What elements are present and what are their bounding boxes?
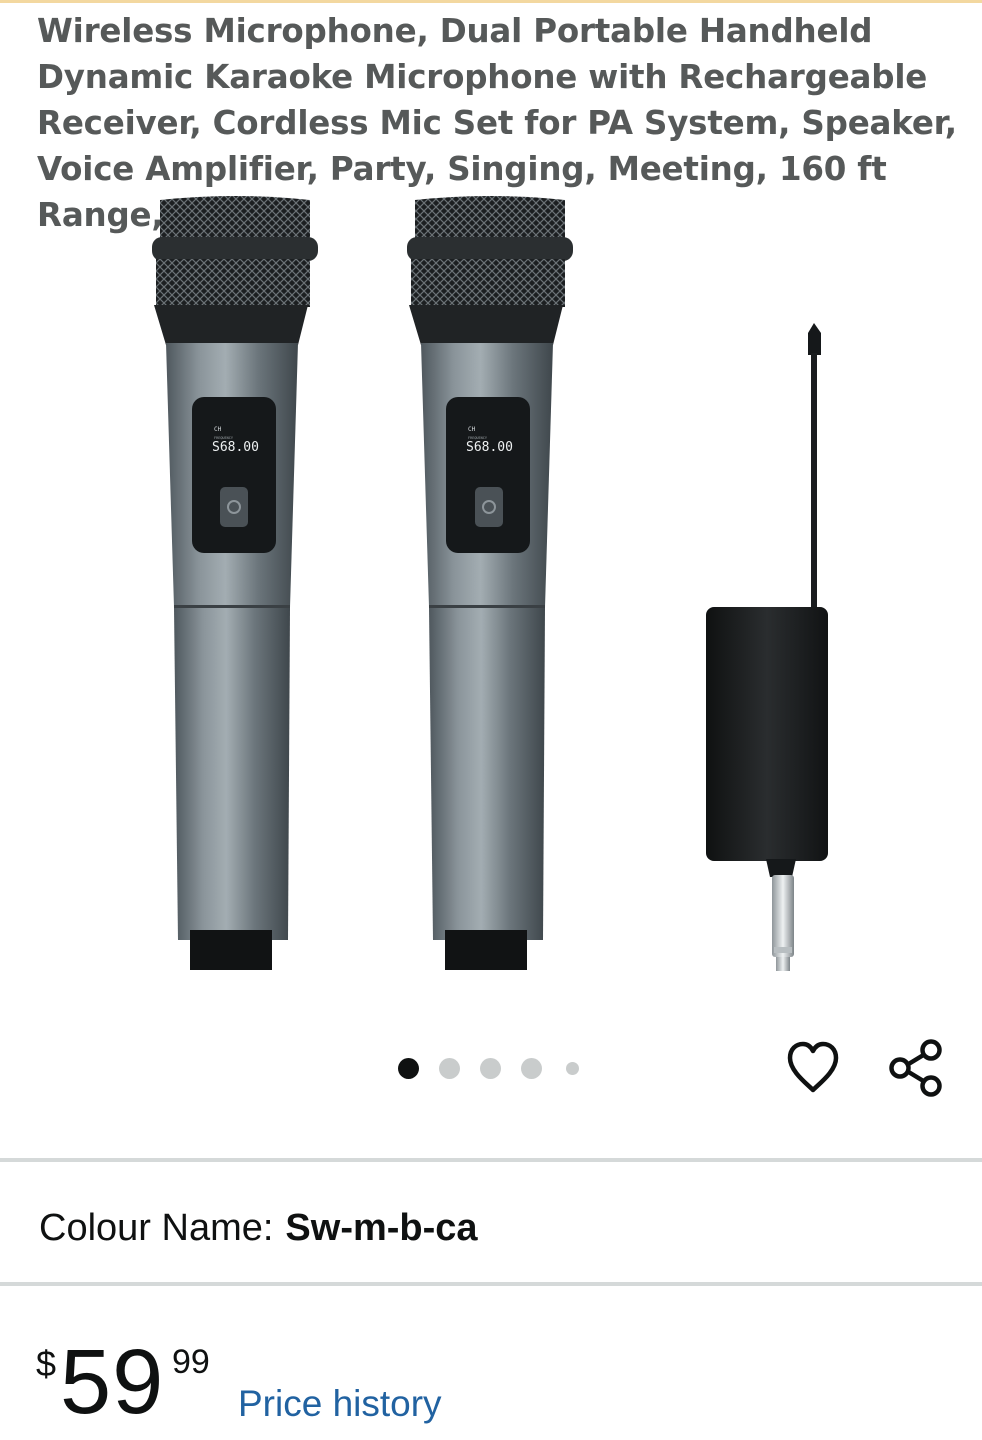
carousel-dot-4[interactable] bbox=[521, 1057, 542, 1079]
variant-selector[interactable]: Colour Name: Sw-m-b-ca bbox=[39, 1203, 478, 1253]
variant-value: Sw-m-b-ca bbox=[285, 1207, 478, 1249]
price-currency: $ bbox=[36, 1343, 57, 1384]
price-fraction: 99 bbox=[172, 1343, 210, 1381]
variant-label: Colour Name: bbox=[39, 1207, 274, 1249]
product-image: CH FREQUENCY S68.00 CH FREQUENCY S68.00 bbox=[152, 196, 828, 971]
receiver bbox=[706, 323, 828, 971]
price-whole: 59 bbox=[60, 1331, 165, 1433]
carousel-dot-5[interactable] bbox=[566, 1061, 579, 1075]
share-button[interactable] bbox=[884, 1036, 946, 1100]
microphone-2: CH FREQUENCY S68.00 bbox=[407, 196, 573, 970]
mic2-display-value: S68.00 bbox=[466, 440, 513, 455]
top-accent-bar bbox=[0, 0, 982, 3]
microphone-1: CH FREQUENCY S68.00 bbox=[152, 196, 318, 970]
carousel-dot-3[interactable] bbox=[480, 1057, 501, 1079]
wishlist-button[interactable] bbox=[784, 1038, 842, 1098]
section-divider bbox=[0, 1282, 982, 1286]
carousel-dot-2[interactable] bbox=[439, 1057, 460, 1079]
share-icon bbox=[889, 1039, 942, 1097]
product-image-gallery[interactable]: CH FREQUENCY S68.00 CH FREQUENCY S68.00 bbox=[0, 195, 982, 985]
heart-outline-icon bbox=[787, 1041, 839, 1093]
carousel-dot-1[interactable] bbox=[398, 1057, 419, 1079]
price-history-link[interactable]: Price history bbox=[238, 1380, 442, 1428]
mic2-display-ch: CH bbox=[468, 426, 476, 433]
section-divider bbox=[0, 1158, 982, 1162]
mic1-display-ch: CH bbox=[214, 426, 222, 433]
mic1-display-value: S68.00 bbox=[212, 440, 259, 455]
image-carousel-dots bbox=[398, 1057, 579, 1079]
